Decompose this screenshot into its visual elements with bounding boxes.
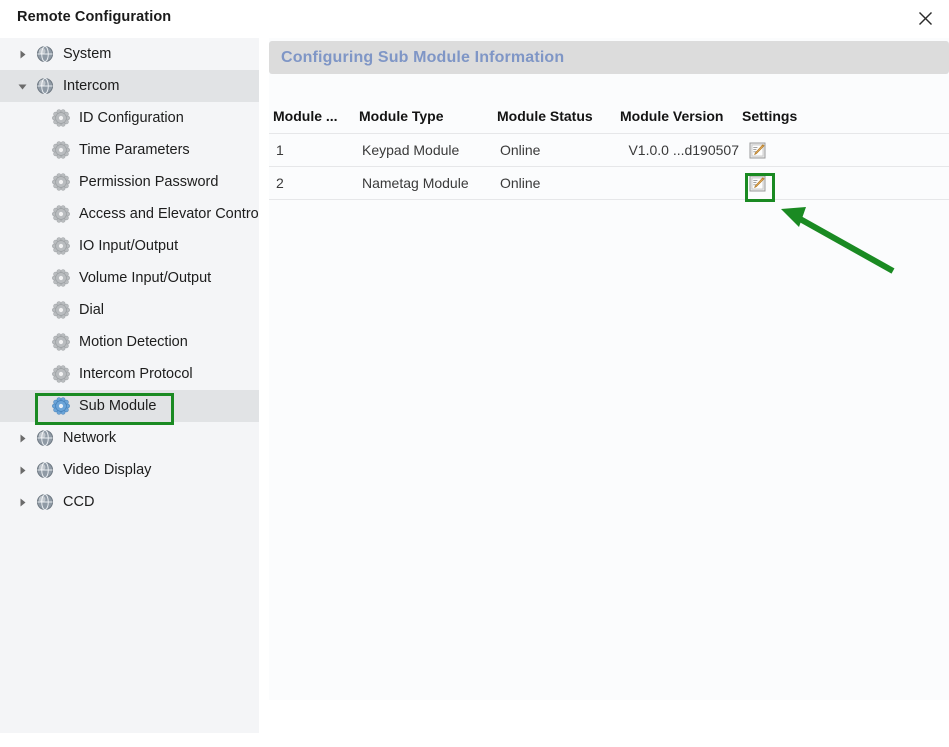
sidebar-item-label: IO Input/Output bbox=[79, 237, 179, 254]
sidebar-item-label: Motion Detection bbox=[79, 333, 188, 350]
gear-icon bbox=[50, 171, 72, 193]
sidebar-item-time-parameters[interactable]: Time Parameters bbox=[0, 134, 259, 166]
cell-module-id: 2 bbox=[276, 175, 284, 191]
config-tree[interactable]: System Intercom ID Configuration Time Param… bbox=[0, 38, 259, 518]
table-header-row: Module ... Module Type Module Status Mod… bbox=[269, 98, 949, 134]
sidebar-item-label: Sub Module bbox=[79, 397, 157, 414]
sidebar-item-label: Network bbox=[63, 429, 117, 446]
gear-icon bbox=[50, 203, 72, 225]
sidebar-item-permission-password[interactable]: Permission Password bbox=[0, 166, 259, 198]
sidebar-item-label: Intercom Protocol bbox=[79, 365, 193, 382]
sidebar-item-dial[interactable]: Dial bbox=[0, 294, 259, 326]
chevron-down-icon[interactable] bbox=[14, 70, 30, 102]
window-title: Remote Configuration bbox=[17, 9, 172, 25]
gear-icon bbox=[50, 299, 72, 321]
gear-icon bbox=[50, 267, 72, 289]
cell-settings bbox=[745, 141, 889, 159]
sidebar-item-io-input-output[interactable]: IO Input/Output bbox=[0, 230, 259, 262]
sidebar-item-label: Volume Input/Output bbox=[79, 269, 212, 286]
globe-icon bbox=[34, 459, 56, 481]
sidebar-item-network[interactable]: Network bbox=[0, 422, 259, 454]
gear-icon bbox=[50, 107, 72, 129]
globe-icon bbox=[34, 75, 56, 97]
cell-settings bbox=[745, 174, 889, 192]
gear-icon-active bbox=[50, 395, 72, 417]
sidebar-item-video-display[interactable]: Video Display bbox=[0, 454, 259, 486]
sidebar-item-label: Time Parameters bbox=[79, 141, 190, 158]
sidebar-item-motion-detection[interactable]: Motion Detection bbox=[0, 326, 259, 358]
close-button[interactable] bbox=[907, 2, 943, 34]
column-header-module-type: Module Type bbox=[359, 107, 444, 124]
content-panel: Configuring Sub Module Information Modul… bbox=[269, 38, 949, 700]
sidebar-item-label: CCD bbox=[63, 493, 95, 510]
cell-module-type: Keypad Module bbox=[362, 142, 460, 158]
navigation-sidebar[interactable]: System Intercom ID Configuration Time Param… bbox=[0, 38, 259, 733]
edit-pencil-icon[interactable] bbox=[749, 175, 766, 192]
chevron-right-icon[interactable] bbox=[14, 422, 30, 454]
close-icon bbox=[918, 11, 933, 26]
sidebar-item-label: Access and Elevator Control bbox=[79, 205, 259, 222]
cell-module-status: Online bbox=[500, 142, 541, 158]
column-header-module-id: Module ... bbox=[273, 107, 338, 124]
column-header-module-status: Module Status bbox=[497, 107, 593, 124]
sidebar-item-label: Intercom bbox=[63, 77, 120, 94]
sidebar-item-sub-module[interactable]: Sub Module bbox=[0, 390, 259, 422]
sidebar-item-volume-input-output[interactable]: Volume Input/Output bbox=[0, 262, 259, 294]
panel-header: Configuring Sub Module Information bbox=[269, 41, 949, 74]
sidebar-item-intercom-protocol[interactable]: Intercom Protocol bbox=[0, 358, 259, 390]
sidebar-item-label: ID Configuration bbox=[79, 109, 184, 126]
gear-icon bbox=[50, 331, 72, 353]
table-row[interactable]: 1 Keypad Module Online V1.0.0 ...d190507 bbox=[269, 134, 949, 167]
sidebar-item-id-configuration[interactable]: ID Configuration bbox=[0, 102, 259, 134]
sidebar-item-ccd[interactable]: CCD bbox=[0, 486, 259, 518]
column-header-settings: Settings bbox=[742, 107, 798, 124]
cell-module-version: V1.0.0 ...d190507 bbox=[628, 142, 739, 158]
sidebar-item-label: Dial bbox=[79, 301, 104, 318]
sidebar-item-access-and-elevator-control[interactable]: Access and Elevator Control bbox=[0, 198, 259, 230]
table-body: 1 Keypad Module Online V1.0.0 ...d190507 2 Na… bbox=[269, 134, 949, 200]
sidebar-item-label: System bbox=[63, 45, 112, 62]
globe-icon bbox=[34, 491, 56, 513]
sidebar-item-intercom[interactable]: Intercom bbox=[0, 70, 259, 102]
panel-title: Configuring Sub Module Information bbox=[281, 48, 565, 66]
chevron-right-icon[interactable] bbox=[14, 486, 30, 518]
column-header-module-version: Module Version bbox=[620, 107, 724, 124]
gear-icon bbox=[50, 139, 72, 161]
globe-icon bbox=[34, 43, 56, 65]
cell-module-status: Online bbox=[500, 175, 541, 191]
chevron-right-icon[interactable] bbox=[14, 38, 30, 70]
cell-module-id: 1 bbox=[276, 142, 284, 158]
edit-pencil-icon[interactable] bbox=[749, 142, 766, 159]
chevron-right-icon[interactable] bbox=[14, 454, 30, 486]
sidebar-item-label: Video Display bbox=[63, 461, 152, 478]
gear-icon bbox=[50, 363, 72, 385]
gear-icon bbox=[50, 235, 72, 257]
window-titlebar: Remote Configuration bbox=[0, 0, 949, 38]
sub-module-table: Module ... Module Type Module Status Mod… bbox=[269, 98, 949, 200]
globe-icon bbox=[34, 427, 56, 449]
sidebar-item-label: Permission Password bbox=[79, 173, 219, 190]
table-row[interactable]: 2 Nametag Module Online bbox=[269, 167, 949, 200]
sidebar-item-system[interactable]: System bbox=[0, 38, 259, 70]
cell-module-type: Nametag Module bbox=[362, 175, 469, 191]
